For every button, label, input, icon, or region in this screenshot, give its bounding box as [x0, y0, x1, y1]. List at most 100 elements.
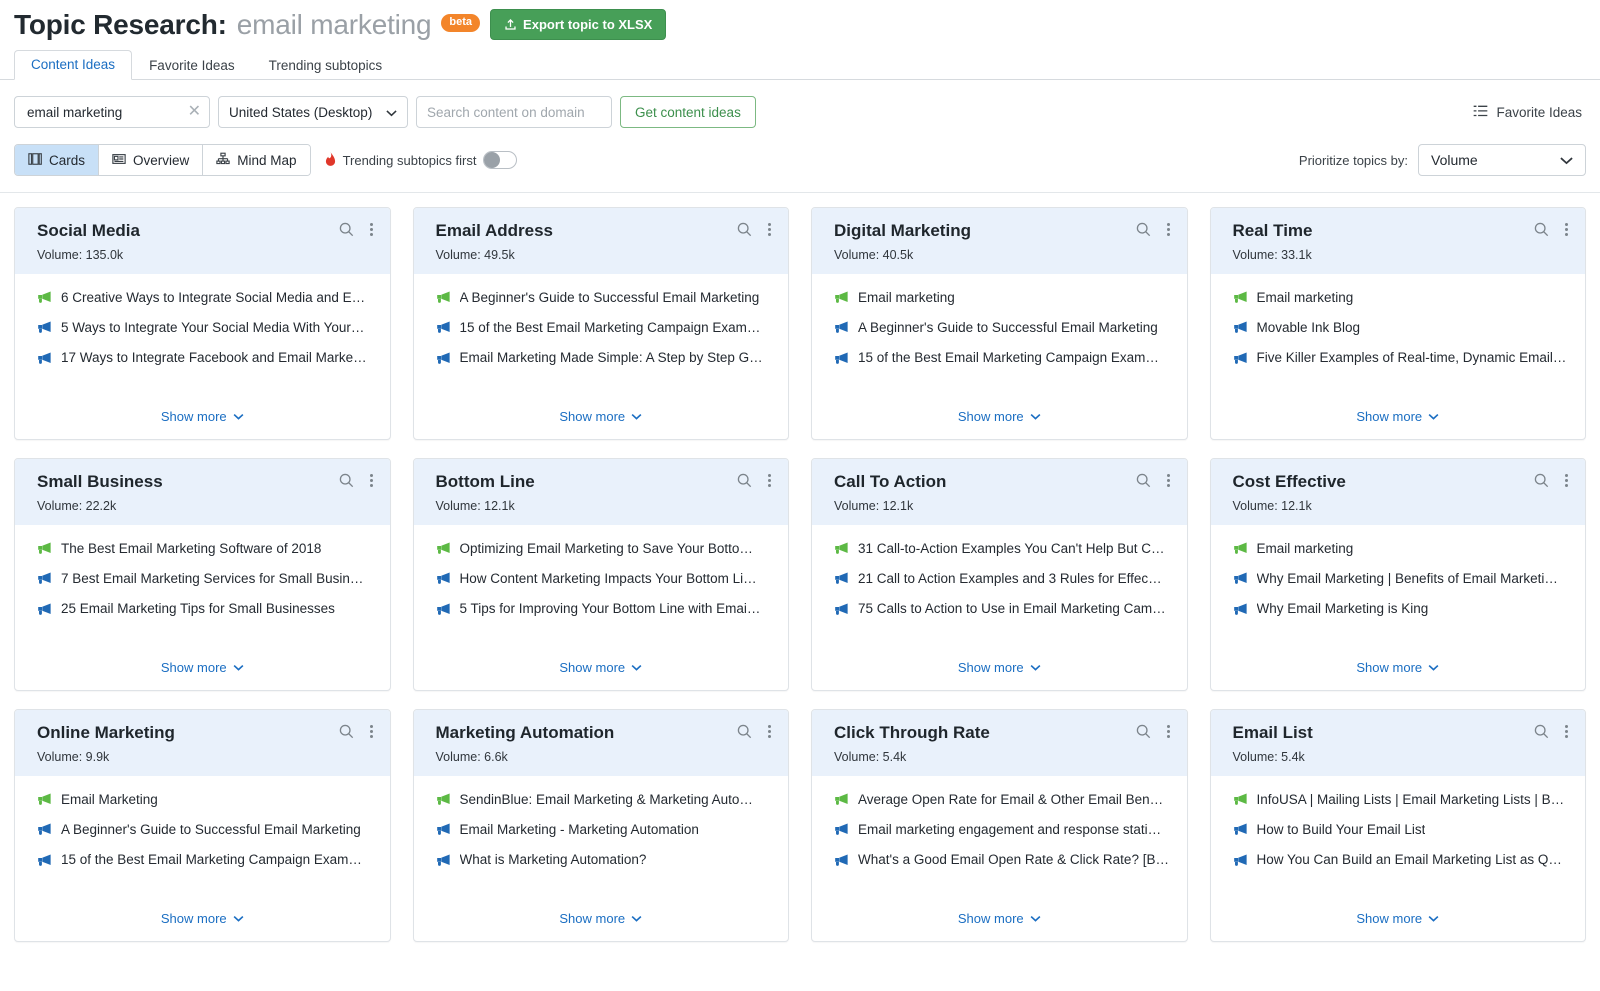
topic-card-actions — [737, 724, 774, 739]
search-icon[interactable] — [737, 222, 752, 237]
kebab-menu-icon[interactable] — [1164, 473, 1173, 488]
idea-item[interactable]: 5 Tips for Improving Your Bottom Line wi… — [436, 601, 775, 617]
idea-item[interactable]: Email Marketing Made Simple: A Step by S… — [436, 350, 775, 366]
idea-item[interactable]: 17 Ways to Integrate Facebook and Email … — [37, 350, 376, 366]
search-icon[interactable] — [1534, 222, 1549, 237]
kebab-menu-icon[interactable] — [367, 473, 376, 488]
search-icon[interactable] — [1136, 222, 1151, 237]
search-icon[interactable] — [339, 222, 354, 237]
kebab-menu-icon[interactable] — [1164, 222, 1173, 237]
tab-trending-subtopics[interactable]: Trending subtopics — [252, 51, 400, 80]
search-icon[interactable] — [1534, 473, 1549, 488]
idea-item[interactable]: 31 Call-to-Action Examples You Can't Hel… — [834, 541, 1173, 557]
topic-card: Call To Action Volume: 12.1k 31 Call-to-Ac… — [811, 458, 1188, 691]
idea-item[interactable]: 7 Best Email Marketing Services for Smal… — [37, 571, 376, 587]
topic-card-actions — [1534, 724, 1571, 739]
tab-favorite-ideas[interactable]: Favorite Ideas — [132, 51, 252, 80]
idea-item[interactable]: Why Email Marketing is King — [1233, 601, 1572, 617]
get-content-ideas-button[interactable]: Get content ideas — [620, 96, 756, 128]
search-icon[interactable] — [737, 724, 752, 739]
view-overview-button[interactable]: Overview — [99, 145, 204, 175]
idea-item[interactable]: Average Open Rate for Email & Other Emai… — [834, 792, 1173, 808]
idea-item[interactable]: Optimizing Email Marketing to Save Your … — [436, 541, 775, 557]
volume-value: 49.5k — [484, 247, 515, 262]
export-to-xlsx-button[interactable]: Export topic to XLSX — [490, 8, 667, 40]
idea-item[interactable]: What is Marketing Automation? — [436, 852, 775, 868]
prioritize-select[interactable]: Volume — [1418, 144, 1586, 176]
idea-item[interactable]: 15 of the Best Email Marketing Campaign … — [834, 350, 1173, 366]
show-more-button[interactable]: Show more — [1356, 660, 1439, 675]
view-cards-label: Cards — [49, 152, 86, 168]
idea-item[interactable]: A Beginner's Guide to Successful Email M… — [37, 822, 376, 838]
kebab-menu-icon[interactable] — [765, 724, 774, 739]
idea-item[interactable]: Five Killer Examples of Real-time, Dynam… — [1233, 350, 1572, 366]
show-more-button[interactable]: Show more — [958, 911, 1041, 926]
idea-item[interactable]: The Best Email Marketing Software of 201… — [37, 541, 376, 557]
show-more-button[interactable]: Show more — [1356, 409, 1439, 424]
kebab-menu-icon[interactable] — [367, 222, 376, 237]
search-icon[interactable] — [1534, 724, 1549, 739]
idea-item[interactable]: How to Build Your Email List — [1233, 822, 1572, 838]
idea-title: Why Email Marketing | Benefits of Email … — [1256, 570, 1558, 586]
idea-item[interactable]: Email Marketing - Marketing Automation — [436, 822, 775, 838]
topic-card: Real Time Volume: 33.1k Email marketing Mov… — [1209, 207, 1586, 440]
idea-item[interactable]: What's a Good Email Open Rate & Click Ra… — [834, 852, 1173, 868]
idea-item[interactable]: Movable Ink Blog — [1233, 320, 1572, 336]
view-cards-button[interactable]: Cards — [15, 145, 100, 175]
mindmap-icon — [216, 152, 230, 169]
idea-item[interactable]: Email marketing — [1233, 290, 1572, 306]
idea-item[interactable]: 15 of the Best Email Marketing Campaign … — [436, 320, 775, 336]
idea-item[interactable]: SendinBlue: Email Marketing & Marketing … — [436, 792, 775, 808]
close-icon[interactable]: ✕ — [184, 104, 201, 120]
show-more-button[interactable]: Show more — [958, 409, 1041, 424]
show-more-button[interactable]: Show more — [161, 911, 244, 926]
show-more-button[interactable]: Show more — [161, 660, 244, 675]
show-more-button[interactable]: Show more — [559, 911, 642, 926]
idea-item[interactable]: Email marketing — [1233, 541, 1572, 557]
show-more-button[interactable]: Show more — [1356, 911, 1439, 926]
megaphone-icon — [1233, 542, 1248, 555]
kebab-menu-icon[interactable] — [1562, 473, 1571, 488]
favorite-ideas-link[interactable]: Favorite Ideas — [1473, 105, 1586, 120]
idea-item[interactable]: InfoUSA | Mailing Lists | Email Marketin… — [1233, 792, 1572, 808]
search-icon[interactable] — [339, 473, 354, 488]
idea-item[interactable]: Email marketing — [834, 290, 1173, 306]
idea-item[interactable]: 5 Ways to Integrate Your Social Media Wi… — [37, 320, 376, 336]
search-icon[interactable] — [737, 473, 752, 488]
kebab-menu-icon[interactable] — [367, 724, 376, 739]
kebab-menu-icon[interactable] — [765, 222, 774, 237]
show-more-button[interactable]: Show more — [161, 409, 244, 424]
trending-subtopics-first-toggle[interactable]: Trending subtopics first — [325, 151, 518, 169]
kebab-menu-icon[interactable] — [1164, 724, 1173, 739]
idea-item[interactable]: A Beginner's Guide to Successful Email M… — [834, 320, 1173, 336]
search-icon[interactable] — [1136, 724, 1151, 739]
idea-title: How to Build Your Email List — [1256, 821, 1426, 837]
domain-search-input[interactable] — [416, 96, 612, 128]
show-more-button[interactable]: Show more — [958, 660, 1041, 675]
keyword-input[interactable] — [25, 103, 184, 121]
idea-item[interactable]: Why Email Marketing | Benefits of Email … — [1233, 571, 1572, 587]
idea-item[interactable]: A Beginner's Guide to Successful Email M… — [436, 290, 775, 306]
database-select[interactable]: United States (Desktop) — [218, 96, 408, 128]
idea-item[interactable]: How You Can Build an Email Marketing Lis… — [1233, 852, 1572, 868]
idea-item[interactable]: Email marketing engagement and response … — [834, 822, 1173, 838]
show-more-button[interactable]: Show more — [559, 409, 642, 424]
idea-item[interactable]: 25 Email Marketing Tips for Small Busine… — [37, 601, 376, 617]
idea-item[interactable]: How Content Marketing Impacts Your Botto… — [436, 571, 775, 587]
idea-item[interactable]: 6 Creative Ways to Integrate Social Medi… — [37, 290, 376, 306]
idea-item[interactable]: 75 Calls to Action to Use in Email Marke… — [834, 601, 1173, 617]
megaphone-icon — [834, 321, 849, 334]
idea-item[interactable]: 21 Call to Action Examples and 3 Rules f… — [834, 571, 1173, 587]
show-more-button[interactable]: Show more — [559, 660, 642, 675]
kebab-menu-icon[interactable] — [765, 473, 774, 488]
keyword-input-wrapper[interactable]: ✕ — [14, 96, 210, 128]
idea-item[interactable]: Email Marketing — [37, 792, 376, 808]
view-mindmap-button[interactable]: Mind Map — [203, 145, 310, 175]
search-icon[interactable] — [339, 724, 354, 739]
kebab-menu-icon[interactable] — [1562, 724, 1571, 739]
search-icon[interactable] — [1136, 473, 1151, 488]
toggle-switch[interactable] — [483, 151, 518, 169]
tab-content-ideas[interactable]: Content Ideas — [14, 50, 133, 80]
idea-item[interactable]: 15 of the Best Email Marketing Campaign … — [37, 852, 376, 868]
kebab-menu-icon[interactable] — [1562, 222, 1571, 237]
